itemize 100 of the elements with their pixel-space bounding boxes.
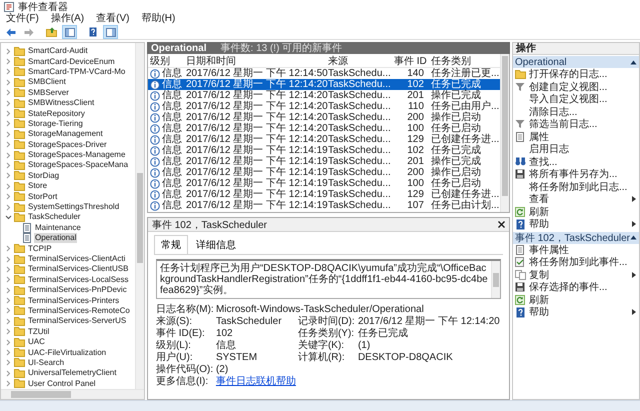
tree-item[interactable]: TaskScheduler <box>27 212 82 222</box>
table-row[interactable]: 信息 2017/6/12 星期一 下午 12:14:19TaskSchedu... 201 操作已完成 <box>148 156 500 167</box>
action-item[interactable]: 导入自定义视图... <box>512 93 639 106</box>
tree-item[interactable]: UAC-FileVirtualization <box>27 348 108 358</box>
expand-chevron-icon[interactable] <box>5 193 12 200</box>
tree-item[interactable]: TerminalServices-Printers <box>27 296 120 306</box>
tree-item[interactable]: SmartCard-Audit <box>27 46 89 56</box>
action-item[interactable]: 将任务附加到此事件... <box>512 256 639 268</box>
tree-item[interactable]: TerminalServices-PnPDevic <box>27 285 128 296</box>
tree-item[interactable]: SMBWitnessClient <box>27 98 96 108</box>
column-header[interactable]: 任务类别 <box>428 54 499 68</box>
tree-item[interactable]: StorageSpaces-Manageme <box>27 150 126 160</box>
tree-item[interactable]: StorPort <box>27 192 58 202</box>
expand-chevron-icon[interactable] <box>5 307 12 314</box>
expand-chevron-icon[interactable] <box>5 58 12 66</box>
action-item[interactable]: 创建自定义视图... <box>512 80 639 93</box>
action-item[interactable]: 刷新 <box>512 294 639 306</box>
tree-item[interactable]: TerminalServices-RemoteCo <box>27 306 131 316</box>
expand-chevron-icon[interactable] <box>5 182 12 190</box>
action-item[interactable]: 保存选择的事件... <box>512 281 639 294</box>
expand-chevron-icon[interactable] <box>5 162 12 169</box>
menu-item[interactable]: 文件(F) <box>6 13 39 25</box>
action-item[interactable]: 事件属性 <box>512 244 639 256</box>
tree-item[interactable]: TZUtil <box>27 326 50 337</box>
tree-item[interactable]: UI-Search <box>27 358 66 368</box>
section-header[interactable]: Operational <box>512 56 639 68</box>
folder-up-icon[interactable] <box>46 27 57 37</box>
scrollbar[interactable] <box>490 261 500 298</box>
table-row[interactable]: 信息 2017/6/12 星期一 下午 12:14:20TaskSchedu... 102 任务已完成 <box>148 79 500 90</box>
expand-chevron-icon[interactable] <box>5 359 12 366</box>
table-row[interactable]: 信息 2017/6/12 星期一 下午 12:14:20TaskSchedu... 100 任务已启动 <box>148 123 500 134</box>
expand-chevron-icon[interactable] <box>5 380 12 388</box>
expand-chevron-icon[interactable] <box>5 68 12 76</box>
tree-item[interactable]: StateRepository <box>27 108 86 119</box>
action-item[interactable]: 清除日志... <box>512 106 639 118</box>
expand-chevron-icon[interactable] <box>5 245 12 252</box>
action-item[interactable]: 查看 <box>512 193 639 206</box>
action-item[interactable]: 将所有事件另存为... <box>512 168 639 180</box>
action-item[interactable]: 帮助 <box>512 306 639 318</box>
tree-item[interactable]: SMBServer <box>27 88 70 98</box>
section-header[interactable]: 事件 102，TaskScheduler <box>512 232 639 244</box>
column-header[interactable]: 日期和时间 <box>184 54 326 68</box>
expand-chevron-icon[interactable] <box>5 89 12 96</box>
action-item[interactable]: 查找... <box>512 156 639 168</box>
tree-item[interactable]: TerminalServices-ClientActi <box>27 254 126 264</box>
table-row[interactable]: 信息 2017/6/12 星期一 下午 12:14:20TaskSchedu... 110 任务已由用户... <box>148 101 500 112</box>
action-item[interactable]: 复制 <box>512 268 639 281</box>
expand-chevron-icon[interactable] <box>5 318 12 325</box>
tree-item[interactable]: User Control Panel <box>27 378 97 389</box>
scrollbar[interactable] <box>1 389 144 399</box>
tree-item[interactable]: TerminalServices-ServerUS <box>27 316 128 326</box>
help-link[interactable]: 事件日志联机帮助 <box>216 376 296 387</box>
scrollbar[interactable] <box>134 43 144 389</box>
tree-item[interactable]: TerminalServices-LocalSess <box>27 274 130 285</box>
table-row[interactable]: 信息 2017/6/12 星期一 下午 12:14:19TaskSchedu... 100 任务已启动 <box>148 178 500 189</box>
action-item[interactable]: 打开保存的日志... <box>512 68 639 80</box>
table-row[interactable]: 信息 2017/6/12 星期一 下午 12:14:19TaskSchedu... 129 已创建任务进... <box>148 189 500 200</box>
tree-item[interactable]: Operational <box>34 233 78 244</box>
action-item[interactable]: 启用日志 <box>512 143 639 156</box>
expand-chevron-icon[interactable] <box>5 256 12 262</box>
table-row[interactable]: 信息 2017/6/12 星期一 下午 12:14:20TaskSchedu... 129 已创建任务进... <box>148 134 500 145</box>
column-header[interactable]: 来源 <box>326 54 392 68</box>
expand-chevron-icon[interactable] <box>5 349 12 356</box>
action-item[interactable]: 将任务附加到此日志... <box>512 180 639 193</box>
collapse-arrow-icon[interactable] <box>630 60 637 64</box>
menu-item[interactable]: 查看(V) <box>96 13 130 25</box>
expand-chevron-icon[interactable] <box>5 120 12 128</box>
help-book-icon[interactable] <box>88 27 96 37</box>
action-item[interactable]: 刷新 <box>512 206 639 218</box>
expand-chevron-icon[interactable] <box>5 338 12 346</box>
tree-item[interactable]: UAC <box>27 337 46 348</box>
tree-item[interactable]: Store <box>27 181 48 192</box>
tree-item[interactable]: StorDiag <box>27 170 60 181</box>
back-arrow-icon[interactable] <box>6 28 16 36</box>
expand-chevron-icon[interactable] <box>5 266 12 273</box>
expand-chevron-icon[interactable] <box>5 130 12 138</box>
expand-chevron-icon[interactable] <box>5 48 12 55</box>
expand-chevron-icon[interactable] <box>5 276 12 284</box>
tree-item[interactable]: TerminalServices-ClientUSB <box>27 264 130 274</box>
expand-chevron-icon[interactable] <box>5 297 12 304</box>
tree-item[interactable]: SmartCard-DeviceEnum <box>27 56 116 67</box>
table-row[interactable]: 信息 2017/6/12 星期一 下午 12:14:19TaskSchedu... 102 任务已完成 <box>148 145 500 156</box>
expand-chevron-icon[interactable] <box>5 152 12 159</box>
tree-item[interactable]: StorageSpaces-SpaceMana <box>27 160 130 170</box>
collapse-arrow-icon[interactable] <box>630 235 637 240</box>
tree-item[interactable]: SMBClient <box>27 77 67 88</box>
table-row[interactable]: 信息 2017/6/12 星期一 下午 12:14:50TaskSchedu... 140 任务注册已更... <box>148 68 500 79</box>
menu-item[interactable]: 操作(A) <box>50 13 84 25</box>
column-header[interactable]: 事件 ID <box>392 54 429 68</box>
table-row[interactable]: 信息 2017/6/12 星期一 下午 12:14:20TaskSchedu... 201 操作已完成 <box>148 90 500 101</box>
tree-item[interactable]: SystemSettingsThreshold <box>27 202 120 212</box>
tree-item[interactable]: Maintenance <box>34 222 82 233</box>
scrollbar[interactable] <box>500 54 509 212</box>
tree-item[interactable]: Storage-Tiering <box>27 118 84 129</box>
action-item[interactable]: 筛选当前日志... <box>512 118 639 130</box>
tree-item[interactable]: TCPIP <box>27 244 53 254</box>
expand-chevron-icon[interactable] <box>5 141 12 148</box>
close-icon[interactable] <box>498 221 505 228</box>
action-item[interactable]: 属性 <box>512 130 639 143</box>
table-row[interactable]: 信息 2017/6/12 星期一 下午 12:14:19TaskSchedu... 200 操作已启动 <box>148 167 500 178</box>
